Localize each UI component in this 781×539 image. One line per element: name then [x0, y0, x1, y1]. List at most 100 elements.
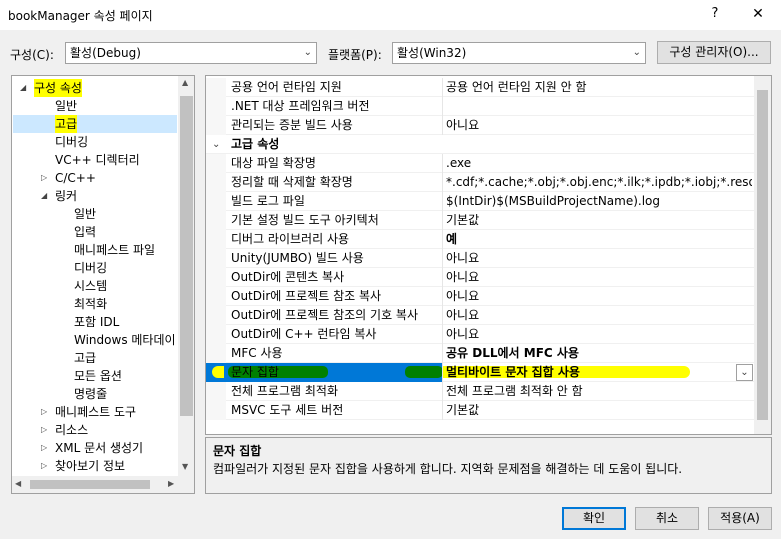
tree-item[interactable]: 시스템 — [74, 277, 107, 295]
tree-item[interactable]: VC++ 디렉터리 — [55, 151, 140, 169]
property-value[interactable]: 아니요 — [446, 268, 752, 287]
grid-vertical-scroll-thumb[interactable] — [757, 90, 768, 420]
help-button[interactable]: ? — [703, 2, 727, 26]
row-gutter — [206, 268, 226, 287]
grid-row[interactable]: Unity(JUMBO) 빌드 사용 아니요 — [206, 249, 754, 268]
property-value[interactable]: 아니요 — [446, 325, 752, 344]
ok-button[interactable]: 확인 — [562, 507, 626, 530]
collapse-arrow-icon[interactable]: ▷ — [41, 403, 47, 421]
tree-item[interactable]: 매니페스트 파일 — [74, 241, 155, 259]
property-name: 정리할 때 삭제할 확장명 — [231, 175, 353, 189]
grid-row[interactable]: 기본 설정 빌드 도구 아키텍처 기본값 — [206, 211, 754, 230]
property-value[interactable]: 기본값 — [446, 211, 752, 230]
property-value[interactable]: 공용 언어 런타임 지원 안 함 — [446, 78, 752, 97]
platform-select[interactable]: 활성(Win32) ⌄ — [392, 42, 646, 64]
tree-item[interactable]: 입력 — [74, 223, 96, 241]
property-value[interactable]: 아니요 — [446, 116, 752, 135]
tree-item[interactable]: 찾아보기 정보 — [55, 457, 125, 475]
grid-row[interactable]: OutDir에 프로젝트 참조의 기호 복사 아니요 — [206, 306, 754, 325]
grid-row[interactable]: 전체 프로그램 최적화 전체 프로그램 최적화 안 함 — [206, 382, 754, 401]
scroll-down-icon[interactable]: ▼ — [182, 462, 188, 471]
grid-row[interactable]: OutDir에 C++ 런타임 복사 아니요 — [206, 325, 754, 344]
scroll-up-icon[interactable]: ▲ — [182, 78, 188, 87]
property-value[interactable]: 멀티바이트 문자 집합 사용 — [446, 363, 752, 382]
tree-item[interactable]: 디버깅 — [55, 133, 88, 151]
grid-row[interactable]: MSVC 도구 세트 버전 기본값 — [206, 401, 754, 420]
property-value[interactable]: 아니요 — [446, 249, 752, 268]
grid-row[interactable]: .NET 대상 프레임워크 버전 — [206, 97, 754, 116]
property-value[interactable]: 공유 DLL에서 MFC 사용 — [446, 344, 752, 363]
tree-item[interactable]: 일반 — [74, 205, 96, 223]
grid-row[interactable]: 디버그 라이브러리 사용 예 — [206, 230, 754, 249]
grid-row[interactable]: OutDir에 콘텐츠 복사 아니요 — [206, 268, 754, 287]
tree-item[interactable]: 고급 — [74, 349, 96, 367]
property-value[interactable]: *.cdf;*.cache;*.obj;*.obj.enc;*.ilk;*.ip… — [446, 173, 752, 192]
column-separator — [442, 192, 443, 211]
cancel-button[interactable]: 취소 — [635, 507, 699, 530]
configuration-manager-button[interactable]: 구성 관리자(O)... — [657, 41, 771, 64]
property-name: 공용 언어 런타임 지원 — [231, 80, 342, 94]
tree-item[interactable]: 디버깅 — [74, 259, 107, 277]
tree-horizontal-scroll-thumb[interactable] — [30, 480, 150, 489]
apply-button[interactable]: 적용(A) — [708, 507, 772, 530]
collapse-arrow-icon[interactable]: ▷ — [41, 439, 47, 457]
tree-item[interactable]: Windows 메타데이 — [74, 331, 176, 349]
tree-item[interactable]: 리소스 — [55, 421, 88, 439]
scroll-right-icon[interactable]: ▶ — [168, 479, 174, 488]
tree-item[interactable]: C/C++ — [55, 169, 96, 187]
chevron-down-icon[interactable]: ⌄ — [212, 135, 220, 154]
platform-label: 플랫폼(P): — [328, 48, 382, 62]
tree-item[interactable]: 명령줄 — [74, 385, 107, 403]
tree-item[interactable]: 링커 — [55, 187, 77, 205]
tree-item[interactable]: 매니페스트 도구 — [55, 403, 136, 421]
tree-item[interactable]: 포함 IDL — [74, 313, 119, 331]
grid-row[interactable]: 정리할 때 삭제할 확장명 *.cdf;*.cache;*.obj;*.obj.e… — [206, 173, 754, 192]
expand-arrow-icon[interactable]: ◢ — [20, 79, 26, 97]
grid-row[interactable]: 빌드 로그 파일 $(IntDir)$(MSBuildProjectName).l… — [206, 192, 754, 211]
configuration-select-value: 활성(Debug) — [70, 46, 141, 60]
property-name: 빌드 로그 파일 — [231, 194, 305, 208]
property-value[interactable]: .exe — [446, 154, 752, 173]
tree-item[interactable]: XML 문서 생성기 — [55, 439, 143, 457]
property-grid[interactable]: 공용 언어 런타임 지원 공용 언어 런타임 지원 안 함 .NET 대상 프레임워… — [205, 75, 772, 435]
tree-item[interactable]: 일반 — [55, 97, 77, 115]
expand-arrow-icon[interactable]: ◢ — [41, 187, 47, 205]
property-value[interactable]: 아니요 — [446, 306, 752, 325]
row-gutter — [206, 154, 226, 173]
grid-row[interactable]: MFC 사용 공유 DLL에서 MFC 사용 — [206, 344, 754, 363]
grid-category-row[interactable]: ⌄ 고급 속성 — [206, 135, 754, 154]
collapse-arrow-icon[interactable]: ▷ — [41, 169, 47, 187]
property-name: MSVC 도구 세트 버전 — [231, 403, 344, 417]
tree-item[interactable]: 최적화 — [74, 295, 107, 313]
grid-row[interactable]: OutDir에 프로젝트 참조 복사 아니요 — [206, 287, 754, 306]
property-name: 대상 파일 확장명 — [231, 156, 316, 170]
grid-row[interactable]: 대상 파일 확장명 .exe — [206, 154, 754, 173]
highlighter-stroke — [405, 366, 443, 378]
property-value[interactable]: 기본값 — [446, 401, 752, 420]
property-name: .NET 대상 프레임워크 버전 — [231, 99, 370, 113]
column-separator — [442, 325, 443, 344]
configuration-select[interactable]: 활성(Debug) ⌄ — [65, 42, 317, 64]
row-gutter — [206, 78, 226, 97]
property-value[interactable]: 예 — [446, 230, 752, 249]
property-value[interactable]: $(IntDir)$(MSBuildProjectName).log — [446, 192, 752, 211]
property-value[interactable]: 아니요 — [446, 287, 752, 306]
column-separator — [442, 97, 443, 116]
grid-row[interactable]: 공용 언어 런타임 지원 공용 언어 런타임 지원 안 함 — [206, 78, 754, 97]
close-button[interactable]: ✕ — [743, 2, 773, 26]
property-value[interactable]: 전체 프로그램 최적화 안 함 — [446, 382, 752, 401]
property-tree[interactable]: ◢ 구성 속성 일반 고급 디버깅 VC++ 디렉터리 ▷ C/C++ ◢ 링커 일반 입력 매니페스트… — [11, 75, 195, 494]
tree-item[interactable]: 구성 속성 — [34, 79, 82, 97]
scroll-left-icon[interactable]: ◀ — [15, 479, 21, 488]
tree-vertical-scroll-thumb[interactable] — [180, 96, 193, 416]
grid-row[interactable]: 관리되는 증분 빌드 사용 아니요 — [206, 116, 754, 135]
grid-row[interactable]: 문자 집합 멀티바이트 문자 집합 사용 ⌄ — [206, 363, 754, 382]
column-separator — [442, 268, 443, 287]
column-separator — [442, 363, 443, 382]
tree-item[interactable]: 고급 — [55, 115, 78, 133]
collapse-arrow-icon[interactable]: ▷ — [41, 457, 47, 475]
collapse-arrow-icon[interactable]: ▷ — [41, 421, 47, 439]
dropdown-chevron-icon[interactable]: ⌄ — [736, 364, 753, 381]
configuration-label: 구성(C): — [10, 48, 54, 62]
tree-item[interactable]: 모든 옵션 — [74, 367, 122, 385]
